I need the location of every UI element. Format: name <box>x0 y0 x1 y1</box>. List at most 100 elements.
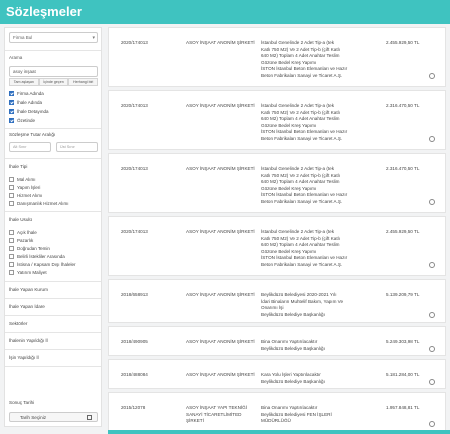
search-label: Arama <box>9 55 23 60</box>
result-date-label: Sonuç Tarihi <box>9 400 35 405</box>
checkbox[interactable] <box>9 229 14 235</box>
checkbox[interactable] <box>9 253 14 259</box>
amount-min-input[interactable]: Alt Sınır <box>9 142 51 152</box>
field-tender-detail[interactable]: İhale Detayında <box>9 107 49 115</box>
company-name: ASOY İNŞAAT ANONİM ŞİRKETİ <box>186 292 255 297</box>
checkbox[interactable] <box>9 261 14 267</box>
contract-amount: 2.455.929,50 TL <box>386 40 420 45</box>
divider <box>5 349 101 350</box>
contract-amount: 1.957.848,81 TL <box>386 405 420 410</box>
type-construction[interactable]: Yapım İşleri <box>9 183 40 191</box>
section-sectors[interactable]: Sektörler <box>9 321 27 326</box>
contract-amount: 5.249.303,98 TL <box>386 339 420 344</box>
date-picker-button[interactable]: Tarih Seçiniz <box>9 412 98 422</box>
contract-id: 2018/490905 <box>121 339 148 344</box>
company-name: ASOY İNŞAAT ANONİM ŞİRKETİ <box>186 166 255 171</box>
method-direct[interactable]: Doğrudan Temin <box>9 244 50 252</box>
divider <box>5 366 101 367</box>
checkbox[interactable] <box>9 176 14 182</box>
table-row[interactable]: 2018/490905 ASOY İNŞAAT ANONİM ŞİRKETİ B… <box>108 326 446 356</box>
checkbox[interactable] <box>9 117 14 123</box>
date-picker-label: Tarih Seçiniz <box>20 415 47 420</box>
checkbox[interactable] <box>9 90 14 96</box>
method-restricted[interactable]: Belirli İstekliler Arasında <box>9 252 65 260</box>
method-investment[interactable]: Yatırım Maliyet <box>9 268 47 276</box>
divider <box>5 50 101 51</box>
contract-amount: 5.181.284,00 TL <box>386 372 420 377</box>
contract-id: 2018/488084 <box>121 372 148 377</box>
company-name: ASOY İNŞAAT ANONİM ŞİRKETİ <box>186 103 255 108</box>
table-row[interactable]: 2020/174013 ASOY İNŞAAT ANONİM ŞİRKETİ İ… <box>108 27 446 87</box>
type-service[interactable]: Hizmet Alımı <box>9 191 42 199</box>
page-title: Sözleşmeler <box>6 4 82 19</box>
contract-description: İstanbul Genelinde 2 Adet Tip-a (tek Katl… <box>261 229 348 267</box>
method-negotiation[interactable]: Pazarlık <box>9 236 33 244</box>
amount-max-input[interactable]: Üst Sınır <box>56 142 98 152</box>
field-firm-name[interactable]: Firma Adında <box>9 89 44 97</box>
contract-description: İstanbul Genelinde 2 Adet Tip-a (tek Katl… <box>261 103 348 141</box>
amount-range-label: Sözleşme Tutar Aralığı <box>9 132 56 137</box>
field-tender-name[interactable]: İhale Adında <box>9 98 42 106</box>
checkbox[interactable] <box>9 108 14 114</box>
section-administration[interactable]: İhale Yapan İdare <box>9 304 45 309</box>
checkbox[interactable] <box>9 184 14 190</box>
divider <box>5 332 101 333</box>
search-input[interactable]: asoy inşaat <box>9 66 98 77</box>
field-summary[interactable]: Özetinde <box>9 116 35 124</box>
search-mode-exact[interactable]: Tam aşlaşan <box>9 78 39 86</box>
checkbox[interactable] <box>9 237 14 243</box>
company-name: ASOY İNŞAAT ANONİM ŞİRKETİ <box>186 229 255 234</box>
method-exempt[interactable]: İstisna / Kapsam Dışı İhaleler <box>9 260 76 268</box>
table-row[interactable]: 2015/12078 ASOY İNŞAAT YAPI TEKNİĞİ SANA… <box>108 392 446 432</box>
divider <box>5 158 101 159</box>
calendar-icon <box>87 415 92 420</box>
gear-icon[interactable] <box>429 199 435 205</box>
contract-id: 2020/174013 <box>121 40 148 45</box>
contract-description: İstanbul Genelinde 2 Adet Tip-a (tek Katl… <box>261 40 348 78</box>
firm-select[interactable]: Firma Bul ▾ <box>9 32 98 43</box>
chevron-down-icon: ▾ <box>92 35 95 41</box>
contract-amount: 2.316.470,50 TL <box>386 103 420 108</box>
table-row[interactable]: 2020/174013 ASOY İNŞAAT ANONİM ŞİRKETİ İ… <box>108 90 446 150</box>
contract-amount: 2.455.929,50 TL <box>386 229 420 234</box>
section-tender-city[interactable]: İhalenin Yapıldığı İl <box>9 338 48 343</box>
contract-id: 2020/174013 <box>121 166 148 171</box>
type-goods[interactable]: Mal Alımı <box>9 175 36 183</box>
type-consulting[interactable]: Danışmanlık Hizmet Alımı <box>9 199 69 207</box>
checkbox[interactable] <box>9 269 14 275</box>
gear-icon[interactable] <box>429 136 435 142</box>
contract-id: 2020/174013 <box>121 103 148 108</box>
divider <box>5 281 101 282</box>
divider <box>5 298 101 299</box>
contract-id: 2018/658913 <box>121 292 148 297</box>
gear-icon[interactable] <box>429 262 435 268</box>
table-row[interactable]: 2018/658913 ASOY İNŞAAT ANONİM ŞİRKETİ B… <box>108 279 446 323</box>
bottom-accent-bar <box>108 430 450 434</box>
filter-sidebar: Firma Bul ▾ Arama asoy inşaat Tam aşlaşa… <box>4 27 102 427</box>
gear-icon[interactable] <box>429 346 435 352</box>
gear-icon[interactable] <box>429 312 435 318</box>
company-name: ASOY İNŞAAT ANONİM ŞİRKETİ <box>186 40 255 45</box>
contract-description: Beylikdüzü Belediyesi 2020-2021 Yılı İdar… <box>261 292 344 317</box>
checkbox[interactable] <box>9 245 14 251</box>
gear-icon[interactable] <box>429 379 435 385</box>
search-mode-contains[interactable]: İçinde geçen <box>38 78 69 86</box>
contract-id: 2015/12078 <box>121 405 146 410</box>
contract-description: İstanbul Genelinde 2 Adet Tip-a (tek Katl… <box>261 166 348 204</box>
checkbox[interactable] <box>9 99 14 105</box>
section-institution[interactable]: İhale Yapan Kurum <box>9 287 48 292</box>
method-open[interactable]: Açık İhale <box>9 228 37 236</box>
company-name: ASOY İNŞAAT ANONİM ŞİRKETİ <box>186 339 255 344</box>
checkbox[interactable] <box>9 200 14 206</box>
table-row[interactable]: 2020/174013 ASOY İNŞAAT ANONİM ŞİRKETİ İ… <box>108 216 446 276</box>
contract-amount: 5.139.209,79 TL <box>386 292 420 297</box>
checkbox[interactable] <box>9 192 14 198</box>
search-mode-group: Tam aşlaşan İçinde geçen Herhangi biri <box>9 78 99 86</box>
gear-icon[interactable] <box>429 421 435 427</box>
section-work-city[interactable]: İşin Yapıldığı İl <box>9 355 39 360</box>
table-row[interactable]: 2018/488084 ASOY İNŞAAT ANONİM ŞİRKETİ K… <box>108 359 446 389</box>
gear-icon[interactable] <box>429 73 435 79</box>
table-row[interactable]: 2020/174013 ASOY İNŞAAT ANONİM ŞİRKETİ İ… <box>108 153 446 213</box>
contract-id: 2020/174013 <box>121 229 148 234</box>
search-mode-any[interactable]: Herhangi biri <box>68 78 99 86</box>
